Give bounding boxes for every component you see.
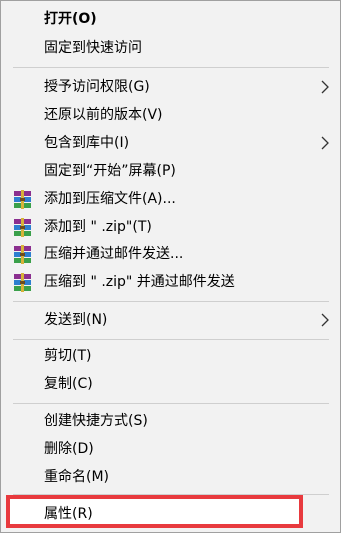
menu-item-compress-email-label: 压缩并通过邮件发送... [44,246,184,262]
menu-item-send-to[interactable]: 发送到(N) [1,307,340,333]
menu-item-add-to-archive[interactable]: 添加到压缩文件(A)... [1,186,340,212]
menu-item-copy[interactable]: 复制(C) [1,371,340,397]
menu-item-create-shortcut[interactable]: 创建快捷方式(S) [1,408,340,434]
context-menu: 打开(O) 固定到快速访问 授予访问权限(G) 还原以前的版本(V) 包含到库中… [0,0,341,533]
chevron-right-icon [321,80,329,94]
menu-item-compress-email[interactable]: 压缩并通过邮件发送... [1,241,340,267]
menu-item-compress-zip-email[interactable]: 压缩到 " .zip" 并通过邮件发送 [1,269,340,295]
menu-item-cut[interactable]: 剪切(T) [1,343,340,369]
menu-item-properties-label: 属性(R) [44,506,93,522]
menu-item-open[interactable]: 打开(O) [1,6,340,32]
winrar-archive-icon [14,190,31,209]
winrar-archive-icon [14,218,31,237]
menu-item-pin-quick-access-label: 固定到快速访问 [44,40,142,56]
menu-item-delete[interactable]: 删除(D) [1,436,340,462]
winrar-archive-icon [14,273,31,292]
menu-item-rename[interactable]: 重命名(M) [1,464,340,490]
menu-item-copy-label: 复制(C) [44,376,93,392]
menu-separator [13,403,329,404]
menu-item-compress-zip-email-label: 压缩到 " .zip" 并通过邮件发送 [44,274,235,290]
chevron-right-icon [321,313,329,327]
menu-item-pin-start-label: 固定到“开始”屏幕(P) [44,163,176,179]
menu-item-pin-start[interactable]: 固定到“开始”屏幕(P) [1,158,340,184]
menu-item-rename-label: 重命名(M) [44,469,110,485]
menu-separator [13,339,329,340]
menu-item-pin-quick-access[interactable]: 固定到快速访问 [1,35,340,61]
menu-item-properties[interactable]: 属性(R) [1,501,340,527]
chevron-right-icon [321,136,329,150]
menu-item-add-to-zip[interactable]: 添加到 " .zip"(T) [1,214,340,240]
menu-item-send-to-label: 发送到(N) [44,312,108,328]
winrar-archive-icon [14,245,31,264]
menu-item-grant-access[interactable]: 授予访问权限(G) [1,74,340,100]
menu-separator [13,301,329,302]
menu-item-delete-label: 删除(D) [44,441,94,457]
menu-item-include-in-library[interactable]: 包含到库中(I) [1,130,340,156]
menu-item-add-to-archive-label: 添加到压缩文件(A)... [44,191,176,207]
menu-item-restore-previous-label: 还原以前的版本(V) [44,107,163,123]
menu-item-add-to-zip-label: 添加到 " .zip"(T) [44,219,152,235]
menu-item-include-in-library-label: 包含到库中(I) [44,135,130,151]
menu-item-cut-label: 剪切(T) [44,348,92,364]
menu-item-create-shortcut-label: 创建快捷方式(S) [44,413,148,429]
menu-item-open-label: 打开(O) [44,11,97,27]
menu-item-grant-access-label: 授予访问权限(G) [44,79,150,95]
menu-separator [13,67,329,68]
menu-item-restore-previous[interactable]: 还原以前的版本(V) [1,102,340,128]
